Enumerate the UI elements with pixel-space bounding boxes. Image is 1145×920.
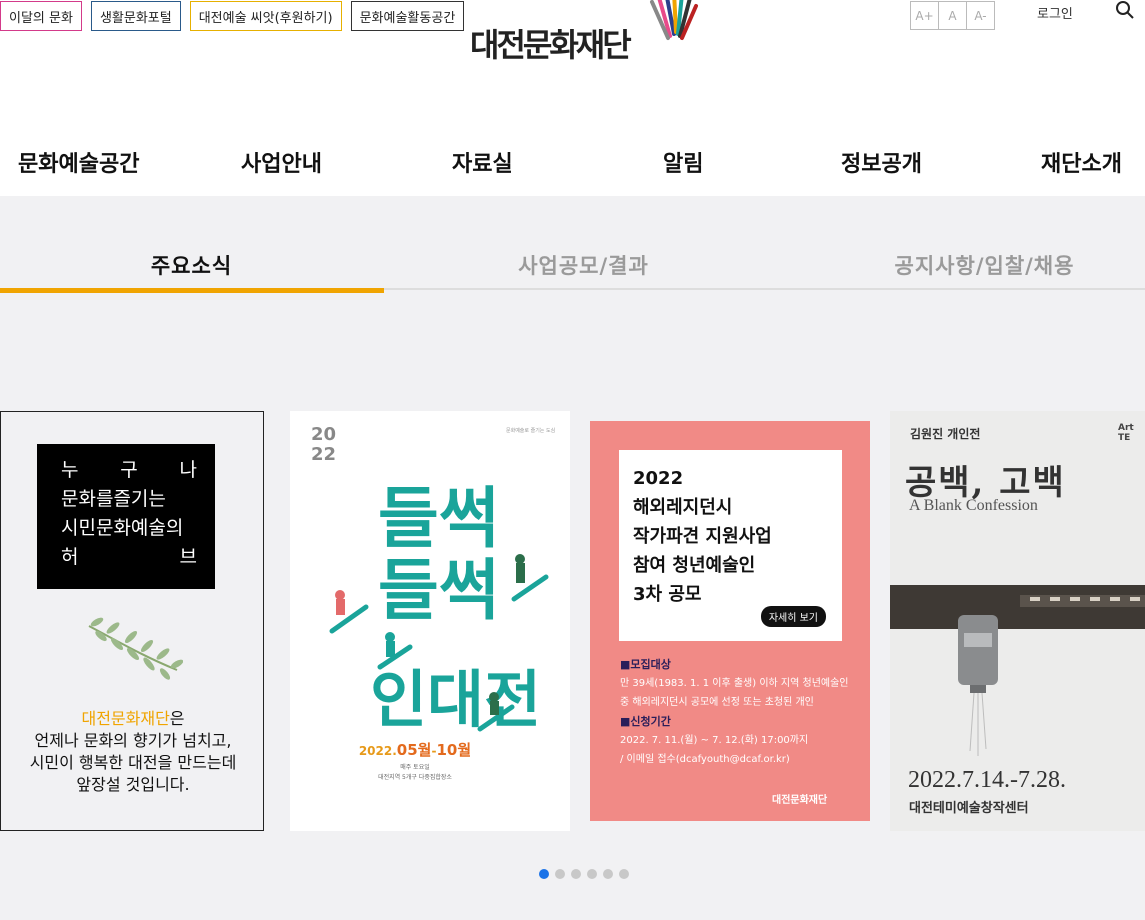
site-logo[interactable]: 대전문화재단 <box>470 0 700 66</box>
leaf-branch-icon <box>88 617 183 680</box>
poster-title-line: 참여 청년예술인 <box>633 555 756 576</box>
slogan-line: 누 구 나 <box>61 459 197 481</box>
quick-link-lifestyle-portal[interactable]: 생활문화포털 <box>90 1 181 31</box>
poster-subtitle: A Blank Confession <box>909 497 1038 514</box>
detail-button[interactable]: 자세히 보기 <box>760 606 826 627</box>
poster-title-line: 해외레지던시 <box>633 497 733 518</box>
pagination-dot[interactable] <box>587 869 597 879</box>
poster-year: 20 22 <box>311 424 337 465</box>
intro-description: 대전문화재단은 언제나 문화의 향기가 넘치고, 시민이 행복한 대전을 만드는… <box>1 708 263 796</box>
tab-business-results[interactable]: 사업공모/결과 <box>392 240 775 294</box>
font-size-controls: A+ A A- <box>910 1 995 30</box>
pagination-dot[interactable] <box>571 869 581 879</box>
svg-text:들썩: 들썩 <box>378 552 499 629</box>
pagination-dot[interactable] <box>619 869 629 879</box>
nav-business[interactable]: 사업안내 <box>241 146 322 178</box>
slogan-line: 시민문화예술의 <box>61 517 184 539</box>
nav-disclosure[interactable]: 정보공개 <box>841 146 922 178</box>
quick-link-monthly-culture[interactable]: 이달의 문화 <box>0 1 82 31</box>
pagination-dot[interactable] <box>539 869 549 879</box>
poster-info: 모집대상 만 39세(1983. 1. 1 이후 출생) 이하 지역 청년예술인… <box>620 655 860 769</box>
news-tabs: 주요소식 사업공모/결과 공지사항/입찰/채용 <box>0 240 1145 294</box>
nav-archive[interactable]: 자료실 <box>452 146 513 178</box>
news-card-festival-poster[interactable]: 20 22 문화예술로 즐기는 도심 들썩 들썩 인대전 2022.05월-10… <box>290 411 570 831</box>
tab-notice-bid-recruit[interactable]: 공지사항/입찰/채용 <box>793 240 1145 294</box>
svg-text:인대전: 인대전 <box>370 663 541 736</box>
intro-card: 누 구 나 문화를즐기는 시민문화예술의 허 브 대전문화재단은 언제나 문화의… <box>0 411 264 831</box>
nav-about[interactable]: 재단소개 <box>1041 146 1122 178</box>
poster-top-note: 문화예술로 즐기는 도심 <box>506 428 556 434</box>
logo-mark-icon <box>650 0 698 40</box>
nav-culture-space[interactable]: 문화예술공간 <box>18 146 139 178</box>
slogan-line: 허 브 <box>61 546 197 568</box>
logo-text: 대전문화재단 <box>470 26 632 64</box>
intro-desc-line: 앞장설 것입니다. <box>76 775 190 794</box>
intro-desc-line: 언제나 문화의 향기가 넘치고, <box>34 731 232 750</box>
pagination-dot[interactable] <box>603 869 613 879</box>
nav-notice[interactable]: 알림 <box>663 146 703 178</box>
tab-main-news[interactable]: 주요소식 <box>0 240 383 294</box>
poster-title-box: 2022 해외레지던시 작가파견 지원사업 참여 청년예술인 3차 공모 자세히… <box>619 450 842 641</box>
quick-link-donation[interactable]: 대전예술 씨앗(후원하기) <box>189 1 342 31</box>
poster-date: 2022.05월-10월 <box>358 741 472 759</box>
poster-place: 대전테미예술창작센터 <box>909 801 1029 816</box>
font-increase-button[interactable]: A+ <box>910 1 939 30</box>
intro-desc-line: 시민이 행복한 대전을 만드는데 <box>29 753 237 772</box>
intro-slogan-box: 누 구 나 문화를즐기는 시민문화예술의 허 브 <box>37 444 215 589</box>
font-default-button[interactable]: A <box>938 1 967 30</box>
brand-name: 대전문화재단 <box>81 709 170 728</box>
poster-title-line: 작가파견 지원사업 <box>633 526 772 547</box>
site-header: 이달의 문화 생활문화포털 대전예술 씨앗(후원하기) 문화예술활동공간 대전문… <box>0 0 1145 196</box>
quick-links: 이달의 문화 생활문화포털 대전예술 씨앗(후원하기) 문화예술활동공간 <box>0 1 465 31</box>
festival-title-art: 들썩 들썩 인대전 <box>329 480 549 736</box>
poster-subinfo: 매주 토요일 대전지역 5개구 다중집합장소 <box>378 764 452 781</box>
poster-title-line: 2022 <box>633 468 684 489</box>
news-card-residency-poster[interactable]: 2022 해외레지던시 작가파견 지원사업 참여 청년예술인 3차 공모 자세히… <box>590 421 870 821</box>
poster-corner-text: Art TE <box>1118 423 1134 443</box>
login-link[interactable]: 로그인 <box>1037 3 1073 22</box>
news-card-exhibition-poster[interactable]: 김원진 개인전 Art TE 공백, 고백 A Blank Confession… <box>890 411 1145 831</box>
pagination-dot[interactable] <box>555 869 565 879</box>
poster-date: 2022.7.14.-7.28. <box>908 767 1066 793</box>
poster-footer-logo: 대전문화재단 <box>772 795 828 806</box>
main-navigation: 문화예술공간 사업안내 자료실 알림 정보공개 재단소개 <box>0 146 1145 180</box>
exhibition-artwork <box>890 585 1145 756</box>
carousel-pagination <box>539 869 629 879</box>
tab-active-indicator <box>0 288 384 293</box>
quick-link-activity-space[interactable]: 문화예술활동공간 <box>350 1 465 31</box>
svg-text:들썩: 들썩 <box>378 480 499 557</box>
slogan-line: 문화를즐기는 <box>61 488 166 510</box>
poster-title-line: 3차 공모 <box>633 584 702 605</box>
poster-kicker: 김원진 개인전 <box>910 427 981 441</box>
font-decrease-button[interactable]: A- <box>966 1 995 30</box>
search-icon[interactable] <box>1115 0 1135 20</box>
